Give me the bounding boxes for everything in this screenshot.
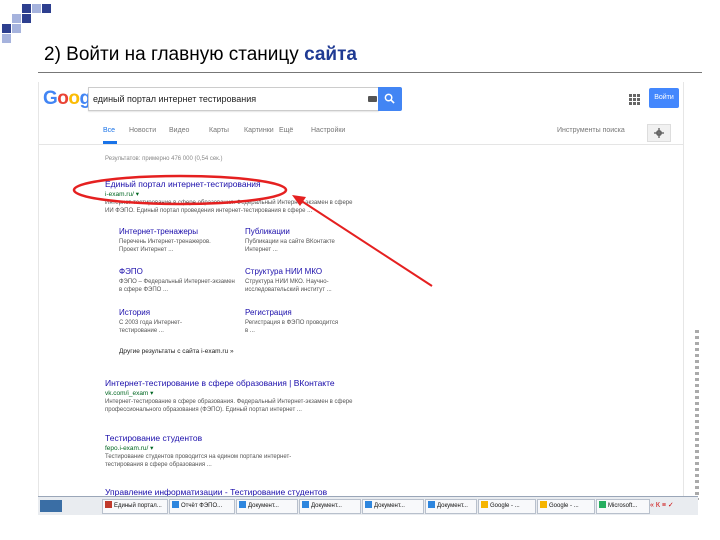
- result-title-link[interactable]: Интернет-тестирование в сфере образовани…: [105, 378, 335, 388]
- snippet-line: Проект Интернет ...: [119, 247, 174, 253]
- keyboard-icon[interactable]: [368, 96, 377, 102]
- taskbar-item[interactable]: Документ...: [299, 499, 361, 514]
- active-tab-indicator: [103, 141, 117, 144]
- slide-title: 2) Войти на главную станицу сайта: [44, 44, 357, 66]
- more-results-link[interactable]: Другие результаты с сайта i-exam.ru »: [119, 348, 234, 355]
- browser-icon: [481, 501, 488, 508]
- sitelink-snippet: С 2003 года Интернет- тестирование ...: [119, 319, 182, 335]
- tab-images[interactable]: Картинки: [244, 127, 274, 134]
- logo-letter: o: [68, 88, 80, 109]
- document-icon: [365, 501, 372, 508]
- decoration-square: [32, 4, 41, 13]
- windows-taskbar: Единый портал... Отчёт ФЭПО... Документ.…: [38, 496, 698, 515]
- search-input[interactable]: [93, 91, 353, 106]
- result-title-link[interactable]: Тестирование студентов: [105, 433, 202, 443]
- decoration-square: [22, 14, 31, 23]
- taskbar-item[interactable]: Документ...: [425, 499, 477, 514]
- snippet-line: Тестирование студентов проводится на еди…: [105, 454, 292, 460]
- browser-icon: [105, 501, 112, 508]
- apps-grid-icon[interactable]: [629, 94, 640, 105]
- google-header: Google Войти: [39, 82, 683, 116]
- search-tabs: Все Новости Видео Карты Картинки Ещё Нас…: [39, 122, 683, 145]
- snippet-line: исследовательский институт ...: [245, 287, 332, 293]
- snippet-line: ФЭПО – Федеральный Интернет-экзамен: [119, 279, 235, 285]
- snippet-line: тестирования в сфере образования ...: [105, 462, 212, 468]
- snippet-line: Структура НИИ МКО. Научно-: [245, 279, 329, 285]
- snippet-line: Перечень Интернет-тренажеров.: [119, 239, 211, 245]
- tab-maps[interactable]: Карты: [209, 127, 229, 134]
- sitelink-snippet: Структура НИИ МКО. Научно- исследователь…: [245, 278, 332, 294]
- decoration-square: [2, 24, 11, 33]
- slide-title-text: 2) Войти на главную станицу: [44, 44, 305, 65]
- tab-all[interactable]: Все: [103, 127, 115, 134]
- logo-letter: o: [57, 88, 69, 109]
- side-divider: [695, 330, 699, 500]
- result-url[interactable]: i-exam.ru/ ▾: [105, 190, 139, 198]
- sitelink-title[interactable]: Структура НИИ МКО: [245, 267, 322, 276]
- sitelink-snippet: Перечень Интернет-тренажеров. Проект Инт…: [119, 238, 211, 254]
- taskbar-item[interactable]: Отчёт ФЭПО...: [169, 499, 235, 514]
- result-snippet: Интернет-тестирование в сфере образовани…: [105, 398, 352, 414]
- sitelink-title[interactable]: Публикации: [245, 227, 290, 236]
- logo-letter: G: [43, 88, 58, 109]
- sitelink-title[interactable]: ФЭПО: [119, 267, 143, 276]
- taskbar-item[interactable]: Единый портал...: [102, 499, 168, 514]
- document-icon: [302, 501, 309, 508]
- document-icon: [172, 501, 179, 508]
- document-icon: [428, 501, 435, 508]
- snippet-line: в ...: [245, 328, 255, 334]
- search-button[interactable]: [378, 87, 402, 111]
- taskbar-item[interactable]: Google - ...: [478, 499, 536, 514]
- result-snippet: Тестирование студентов проводится на еди…: [105, 453, 291, 469]
- result-snippet: Интернет-тестирование в сфере образовани…: [105, 199, 352, 215]
- snippet-line: Интернет ...: [245, 247, 278, 253]
- taskbar-item[interactable]: Документ...: [236, 499, 298, 514]
- snippet-line: Публикации на сайте ВКонтакте: [245, 239, 335, 245]
- decoration-square: [42, 4, 51, 13]
- browser-screenshot: Google Войти Все Новости Видео Карты Кар…: [38, 82, 684, 512]
- snippet-line: Интернет-тестирование в сфере образовани…: [105, 399, 353, 405]
- app-icon: [599, 501, 606, 508]
- tab-settings[interactable]: Настройки: [311, 127, 345, 134]
- tab-news[interactable]: Новости: [129, 127, 156, 134]
- tab-video[interactable]: Видео: [169, 127, 189, 134]
- system-tray[interactable]: « К ≡ ✓: [650, 499, 696, 512]
- gear-icon: [654, 128, 664, 138]
- taskbar-item[interactable]: Microsoft...: [596, 499, 650, 514]
- decoration-square: [22, 4, 31, 13]
- snippet-line: С 2003 года Интернет-: [119, 320, 182, 326]
- decoration-square: [12, 24, 21, 33]
- snippet-line: Интернет-тестирование в сфере образовани…: [105, 200, 353, 206]
- decoration-square: [2, 34, 11, 43]
- tab-more[interactable]: Ещё: [279, 127, 293, 134]
- decoration-square: [12, 14, 21, 23]
- taskbar-item[interactable]: Google - ...: [537, 499, 595, 514]
- search-box[interactable]: [88, 87, 379, 111]
- sitelink-title[interactable]: Регистрация: [245, 308, 292, 317]
- sitelink-snippet: Регистрация в ФЭПО проводится в ...: [245, 319, 338, 335]
- snippet-line: в сфере ФЭПО ...: [119, 287, 168, 293]
- settings-button[interactable]: [647, 124, 671, 142]
- sitelink-title[interactable]: История: [119, 308, 150, 317]
- result-title-link[interactable]: Единый портал интернет-тестирования: [105, 179, 261, 189]
- sitelink-snippet: ФЭПО – Федеральный Интернет-экзамен в сф…: [119, 278, 235, 294]
- start-button[interactable]: [40, 500, 62, 512]
- result-url[interactable]: fepo.i-exam.ru/ ▾: [105, 444, 153, 452]
- title-divider: [38, 72, 702, 73]
- search-icon: [384, 93, 395, 104]
- result-url[interactable]: vk.com/i_exam ▾: [105, 389, 153, 397]
- slide-title-highlight: сайта: [304, 44, 357, 65]
- signin-button[interactable]: Войти: [649, 88, 679, 108]
- browser-icon: [540, 501, 547, 508]
- snippet-line: ИИ ФЭПО. Единый портал проведения интерн…: [105, 208, 313, 214]
- tools-link[interactable]: Инструменты поиска: [557, 127, 625, 134]
- sitelink-snippet: Публикации на сайте ВКонтакте Интернет .…: [245, 238, 335, 254]
- document-icon: [239, 501, 246, 508]
- snippet-line: тестирование ...: [119, 328, 164, 334]
- sitelink-title[interactable]: Интернет-тренажеры: [119, 227, 198, 236]
- results-count: Результатов: примерно 476 000 (0,54 сек.…: [105, 156, 223, 162]
- snippet-line: профессионального образования (ФЭПО). Ед…: [105, 407, 302, 413]
- taskbar-item[interactable]: Документ...: [362, 499, 424, 514]
- snippet-line: Регистрация в ФЭПО проводится: [245, 320, 339, 326]
